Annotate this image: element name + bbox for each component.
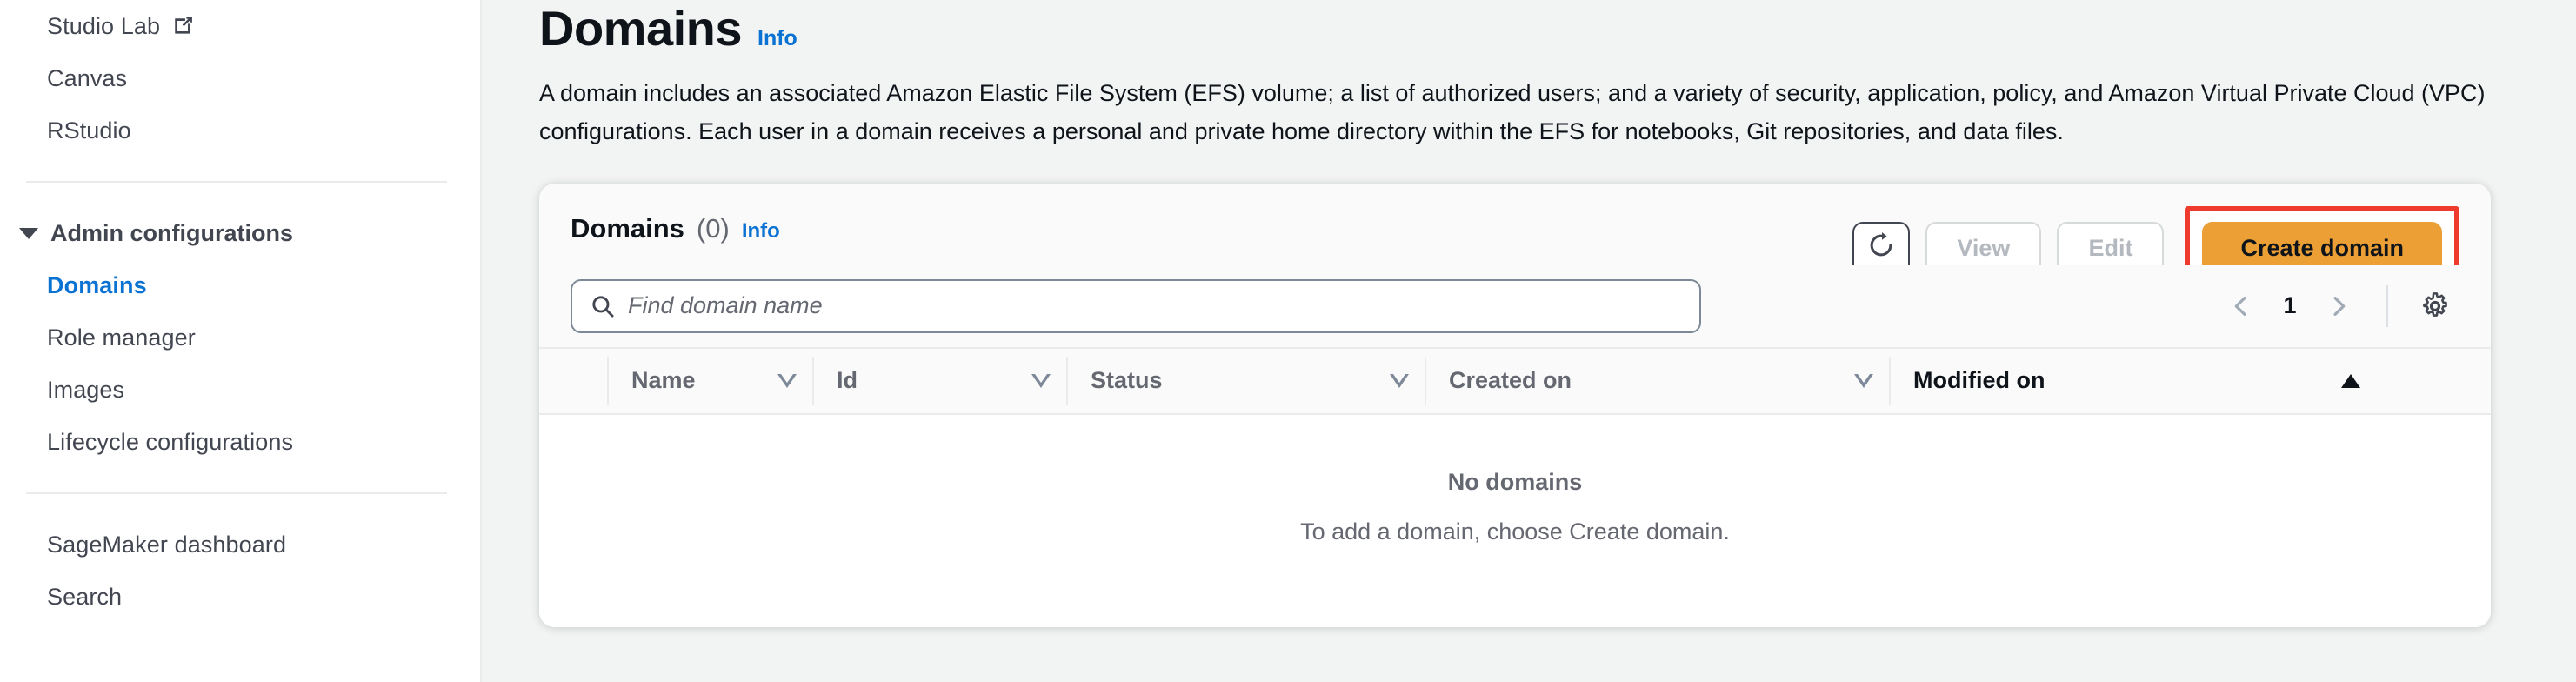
external-link-icon [172, 14, 195, 37]
sort-descending-icon [1390, 373, 1409, 388]
refresh-icon [1866, 231, 1896, 266]
card-count: (0) [696, 212, 730, 244]
sidebar-item-search[interactable]: Search [0, 571, 480, 623]
card-title-group: Domains (0) Info [571, 206, 780, 244]
sidebar-admin-list: Domains Role manager Images Lifecycle co… [0, 259, 480, 468]
pagination: 1 [2216, 281, 2459, 331]
table-toolbar: 1 [539, 264, 2491, 349]
sidebar-item-label: Search [47, 583, 123, 610]
column-label: Created on [1449, 367, 1572, 394]
sidebar-item-role-manager[interactable]: Role manager [0, 311, 480, 364]
sidebar: Studio Lab Canvas RStudio Admin configur… [0, 0, 482, 682]
page-header: Domains Info A domain includes an associ… [539, 0, 2534, 150]
sidebar-item-label: Studio Lab [47, 12, 161, 39]
card-info-link[interactable]: Info [742, 219, 780, 244]
empty-state-title: No domains [1447, 468, 1583, 495]
sidebar-item-studio-lab[interactable]: Studio Lab [0, 0, 480, 52]
sidebar-top-list: Studio Lab Canvas RStudio [0, 0, 480, 157]
sidebar-item-label: Canvas [47, 64, 128, 91]
column-label: Status [1091, 367, 1163, 394]
sidebar-item-label: RStudio [47, 117, 131, 144]
column-header-id[interactable]: Id [812, 356, 1066, 405]
sort-ascending-icon [2341, 373, 2360, 388]
sidebar-item-label: Domains [47, 271, 147, 298]
sidebar-divider-1 [26, 181, 447, 183]
sort-descending-icon [1031, 373, 1051, 388]
sidebar-item-label: Images [47, 376, 125, 403]
sidebar-item-domains[interactable]: Domains [0, 259, 480, 311]
chevron-left-icon[interactable] [2216, 281, 2266, 331]
sidebar-item-images[interactable]: Images [0, 364, 480, 416]
sidebar-divider-2 [26, 492, 447, 494]
column-label: Id [837, 367, 858, 394]
sidebar-group-label: Admin configurations [50, 219, 293, 246]
column-label: Modified on [1913, 367, 2045, 394]
sidebar-item-label: SageMaker dashboard [47, 531, 287, 558]
search-input[interactable] [628, 292, 1682, 320]
chevron-down-icon [19, 227, 38, 239]
gear-icon[interactable] [2411, 282, 2459, 331]
domains-table: Name Id Status Created on Modified on No… [539, 348, 2491, 627]
page-number-1[interactable]: 1 [2270, 292, 2310, 319]
search-box[interactable] [571, 278, 1701, 333]
card-title: Domains [571, 212, 684, 244]
sidebar-item-label: Role manager [47, 324, 196, 351]
sidebar-item-sagemaker-dashboard[interactable]: SageMaker dashboard [0, 518, 480, 571]
sidebar-item-canvas[interactable]: Canvas [0, 52, 480, 104]
page-description: A domain includes an associated Amazon E… [539, 79, 2486, 144]
page-title-row: Domains Info [539, 3, 2534, 55]
search-icon [590, 293, 616, 319]
column-header-name[interactable]: Name [607, 356, 812, 405]
sidebar-footer-list: SageMaker dashboard Search [0, 518, 480, 623]
page-title: Domains [539, 1, 743, 56]
table-empty-state: No domains To add a domain, choose Creat… [539, 414, 2491, 627]
column-header-created-on[interactable]: Created on [1425, 356, 1889, 405]
table-header-row: Name Id Status Created on Modified on [539, 348, 2491, 415]
column-header-modified-on[interactable]: Modified on [1889, 356, 2376, 405]
sidebar-item-rstudio[interactable]: RStudio [0, 104, 480, 157]
sidebar-group-admin-configurations[interactable]: Admin configurations [0, 207, 480, 259]
toolbar-divider [2386, 284, 2388, 327]
column-label: Name [631, 367, 696, 394]
sidebar-item-lifecycle-configurations[interactable]: Lifecycle configurations [0, 416, 480, 468]
page-info-link[interactable]: Info [757, 26, 797, 51]
app-root: Studio Lab Canvas RStudio Admin configur… [0, 0, 2576, 682]
card-header: Domains (0) Info View Edit Create domain [539, 183, 2491, 291]
main-content: Domains Info A domain includes an associ… [482, 0, 2576, 682]
chevron-right-icon[interactable] [2313, 281, 2364, 331]
sort-descending-icon [777, 373, 797, 388]
domains-card: Domains (0) Info View Edit Create domain… [539, 183, 2491, 627]
sort-descending-icon [1854, 373, 1873, 388]
sidebar-item-label: Lifecycle configurations [47, 428, 294, 455]
empty-state-subtitle: To add a domain, choose Create domain. [1300, 518, 1730, 545]
column-header-status[interactable]: Status [1066, 356, 1425, 405]
